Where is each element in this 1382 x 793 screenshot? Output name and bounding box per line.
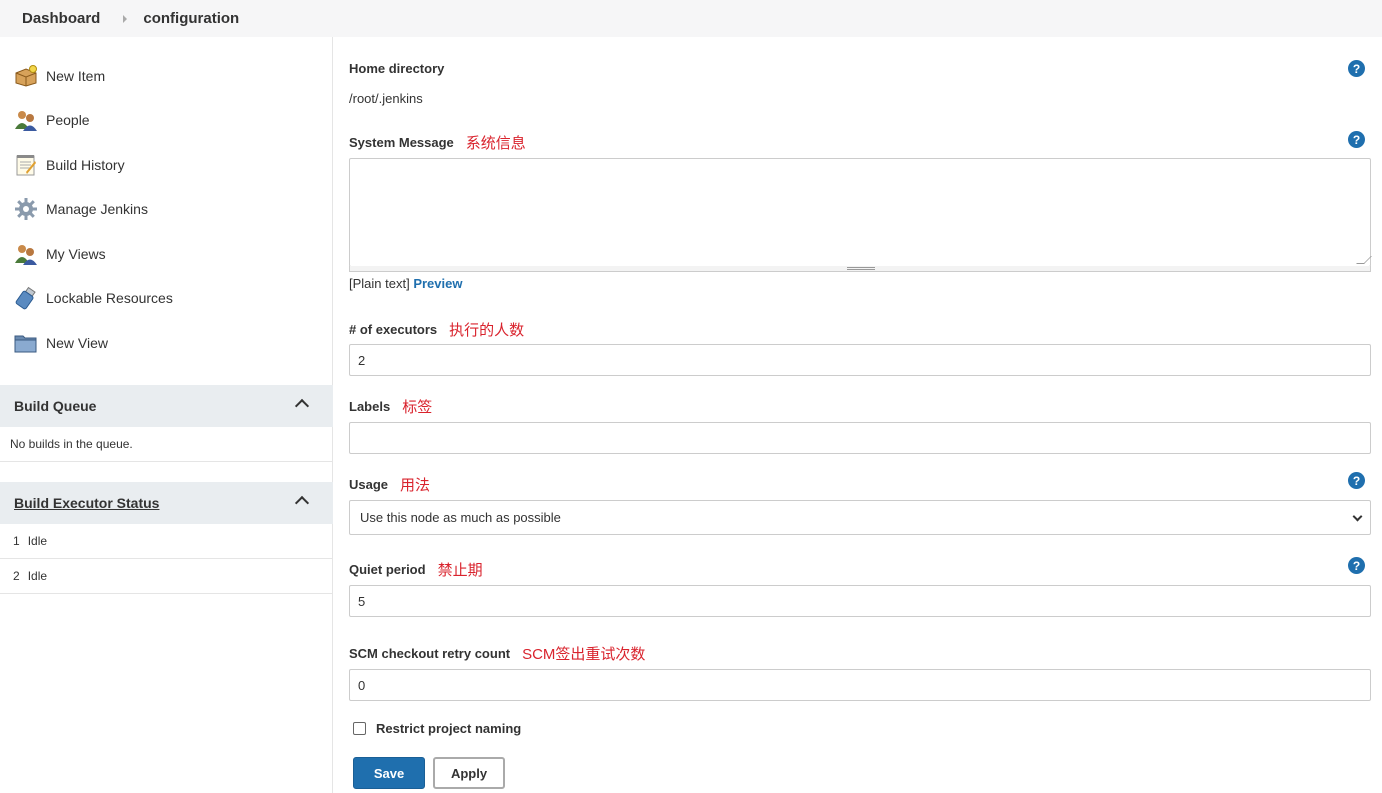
home-directory-label: Home directory <box>349 61 444 76</box>
executor-state: Idle <box>27 534 48 548</box>
sidebar-item-lockable-resources[interactable]: Lockable Resources <box>14 284 173 312</box>
sidebar: New Item People Build History Manage Jen… <box>0 37 333 793</box>
breadcrumb-configuration[interactable]: configuration <box>143 10 239 27</box>
help-icon[interactable]: ? <box>1348 131 1365 148</box>
drag-handle-icon <box>847 267 875 270</box>
home-directory-value: /root/.jenkins <box>349 91 423 106</box>
executor-row: 2 Idle <box>0 559 333 594</box>
system-message-label-text: System Message <box>349 135 454 150</box>
textarea-resize-handle[interactable] <box>349 266 1371 272</box>
build-queue-empty-text: No builds in the queue. <box>10 437 133 451</box>
collapse-chevron-icon[interactable] <box>294 495 310 511</box>
labels-label-text: Labels <box>349 399 391 414</box>
sidebar-item-label: Lockable Resources <box>46 290 173 306</box>
scm-retry-input[interactable]: 0 <box>349 669 1371 701</box>
system-message-label: System Message 系统信息 <box>349 132 526 153</box>
sidebar-item-build-history[interactable]: Build History <box>14 151 125 179</box>
quiet-period-annotation: 禁止期 <box>437 562 483 579</box>
people-icon <box>14 242 38 266</box>
sidebar-item-new-item[interactable]: New Item <box>14 62 105 90</box>
preview-link[interactable]: Preview <box>413 276 462 291</box>
apply-button[interactable]: Apply <box>433 757 505 789</box>
executor-row: 1 Idle <box>0 524 333 559</box>
usage-label-text: Usage <box>349 477 389 492</box>
help-icon[interactable]: ? <box>1348 557 1365 574</box>
sidebar-item-label: New Item <box>46 68 106 84</box>
system-message-textarea[interactable] <box>349 158 1372 267</box>
restrict-naming-row[interactable]: Restrict project naming <box>353 721 521 736</box>
save-button[interactable]: Save <box>353 757 425 789</box>
sidebar-item-label: New View <box>46 335 108 351</box>
scm-retry-label-text: SCM checkout retry count <box>349 646 511 661</box>
sidebar-item-my-views[interactable]: My Views <box>14 240 106 268</box>
sidebar-item-manage-jenkins[interactable]: Manage Jenkins <box>14 195 148 223</box>
usage-selected-value: Use this node as much as possible <box>360 510 561 525</box>
usage-select[interactable]: Use this node as much as possible <box>349 500 1371 535</box>
quiet-period-input[interactable]: 5 <box>349 585 1371 617</box>
help-icon[interactable]: ? <box>1348 472 1365 489</box>
executors-label: # of executors 执行的人数 <box>349 319 524 340</box>
breadcrumb-separator-icon[interactable] <box>123 14 128 23</box>
build-queue-header[interactable]: Build Queue <box>0 385 333 427</box>
home-directory-label-text: Home directory <box>349 61 445 76</box>
new-item-icon <box>14 64 38 88</box>
sidebar-item-label: Manage Jenkins <box>46 201 148 217</box>
sidebar-item-label: People <box>46 112 90 128</box>
notepad-icon <box>14 153 38 177</box>
executor-state: Idle <box>27 569 48 583</box>
scm-retry-annotation: SCM签出重试次数 <box>522 646 646 663</box>
plain-text-label: [Plain text] <box>349 276 410 291</box>
people-icon <box>14 108 38 132</box>
executors-annotation: 执行的人数 <box>449 322 525 339</box>
restrict-naming-label[interactable]: Restrict project naming <box>376 721 521 736</box>
usage-label: Usage 用法 <box>349 474 430 495</box>
executors-label-text: # of executors <box>349 322 438 337</box>
executor-status-title[interactable]: Build Executor Status <box>14 495 159 511</box>
resize-grip-icon[interactable] <box>1356 256 1372 264</box>
usage-annotation: 用法 <box>400 477 431 494</box>
sidebar-item-label: Build History <box>46 157 125 173</box>
build-queue-empty: No builds in the queue. <box>0 427 333 462</box>
labels-label: Labels 标签 <box>349 396 432 417</box>
system-message-annotation: 系统信息 <box>465 135 526 152</box>
gear-icon <box>14 197 38 221</box>
sidebar-item-label: My Views <box>46 246 106 262</box>
executor-status-header[interactable]: Build Executor Status <box>0 482 333 524</box>
executor-number: 1 <box>13 534 20 548</box>
executor-number: 2 <box>13 569 20 583</box>
help-icon[interactable]: ? <box>1348 60 1365 77</box>
scm-retry-label: SCM checkout retry count SCM签出重试次数 <box>349 643 645 664</box>
labels-input[interactable] <box>349 422 1371 454</box>
restrict-naming-checkbox[interactable] <box>353 722 366 735</box>
collapse-chevron-icon[interactable] <box>294 398 310 414</box>
breadcrumb: Dashboard configuration <box>0 0 1382 37</box>
plain-text-note: [Plain text] Preview <box>349 276 462 291</box>
quiet-period-label: Quiet period 禁止期 <box>349 559 483 580</box>
breadcrumb-dashboard[interactable]: Dashboard <box>22 10 100 27</box>
executors-input[interactable]: 2 <box>349 344 1371 376</box>
usb-drive-icon <box>14 286 38 310</box>
sidebar-item-people[interactable]: People <box>14 106 90 134</box>
quiet-period-label-text: Quiet period <box>349 562 426 577</box>
labels-annotation: 标签 <box>402 399 433 416</box>
sidebar-item-new-view[interactable]: New View <box>14 329 108 357</box>
folder-icon <box>14 331 38 355</box>
chevron-down-icon <box>1352 511 1363 522</box>
build-queue-title: Build Queue <box>14 398 97 414</box>
